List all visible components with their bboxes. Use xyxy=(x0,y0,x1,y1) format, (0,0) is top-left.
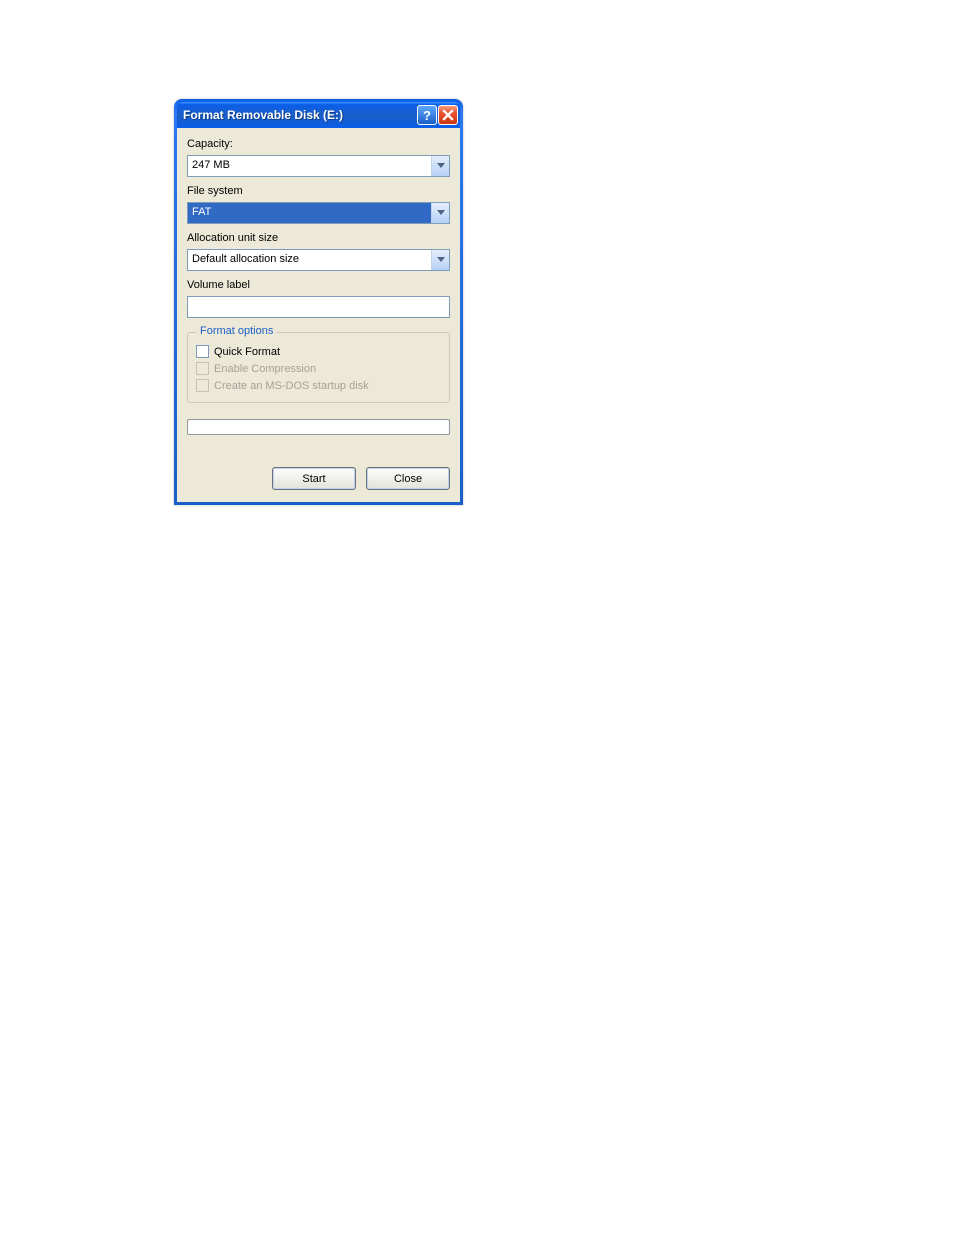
filesystem-dropdown-button[interactable] xyxy=(431,203,449,223)
capacity-combo[interactable]: 247 MB xyxy=(187,155,450,177)
start-button[interactable]: Start xyxy=(272,467,356,490)
titlebar[interactable]: Format Removable Disk (E:) ? xyxy=(177,102,460,128)
close-button[interactable] xyxy=(438,105,458,125)
titlebar-buttons: ? xyxy=(417,105,458,125)
progress-bar xyxy=(187,419,450,435)
allocation-label: Allocation unit size xyxy=(187,232,450,244)
chevron-down-icon xyxy=(437,163,445,169)
allocation-dropdown-button[interactable] xyxy=(431,250,449,270)
allocation-combo[interactable]: Default allocation size xyxy=(187,249,450,271)
quick-format-checkbox[interactable] xyxy=(196,345,209,358)
dialog-body: Capacity: 247 MB File system FAT Allocat… xyxy=(177,128,460,502)
help-button[interactable]: ? xyxy=(417,105,437,125)
enable-compression-row: Enable Compression xyxy=(196,362,441,375)
chevron-down-icon xyxy=(437,210,445,216)
volume-label-input[interactable] xyxy=(187,296,450,318)
format-options-group: Format options Quick Format Enable Compr… xyxy=(187,332,450,403)
capacity-label: Capacity: xyxy=(187,138,450,150)
capacity-value: 247 MB xyxy=(188,156,431,176)
volume-label-label: Volume label xyxy=(187,279,450,291)
button-row: Start Close xyxy=(187,467,450,490)
quick-format-label: Quick Format xyxy=(214,346,280,358)
enable-compression-label: Enable Compression xyxy=(214,363,316,375)
msdos-startup-label: Create an MS-DOS startup disk xyxy=(214,380,369,392)
filesystem-value: FAT xyxy=(188,203,431,223)
window-title: Format Removable Disk (E:) xyxy=(183,108,417,122)
format-dialog: Format Removable Disk (E:) ? Capacity: 2… xyxy=(174,99,463,505)
help-icon: ? xyxy=(423,108,431,123)
close-dialog-button[interactable]: Close xyxy=(366,467,450,490)
close-icon xyxy=(442,109,454,121)
enable-compression-checkbox xyxy=(196,362,209,375)
format-options-legend: Format options xyxy=(196,325,277,337)
quick-format-row[interactable]: Quick Format xyxy=(196,345,441,358)
chevron-down-icon xyxy=(437,257,445,263)
msdos-startup-checkbox xyxy=(196,379,209,392)
capacity-dropdown-button[interactable] xyxy=(431,156,449,176)
allocation-value: Default allocation size xyxy=(188,250,431,270)
msdos-startup-row: Create an MS-DOS startup disk xyxy=(196,379,441,392)
filesystem-combo[interactable]: FAT xyxy=(187,202,450,224)
filesystem-label: File system xyxy=(187,185,450,197)
